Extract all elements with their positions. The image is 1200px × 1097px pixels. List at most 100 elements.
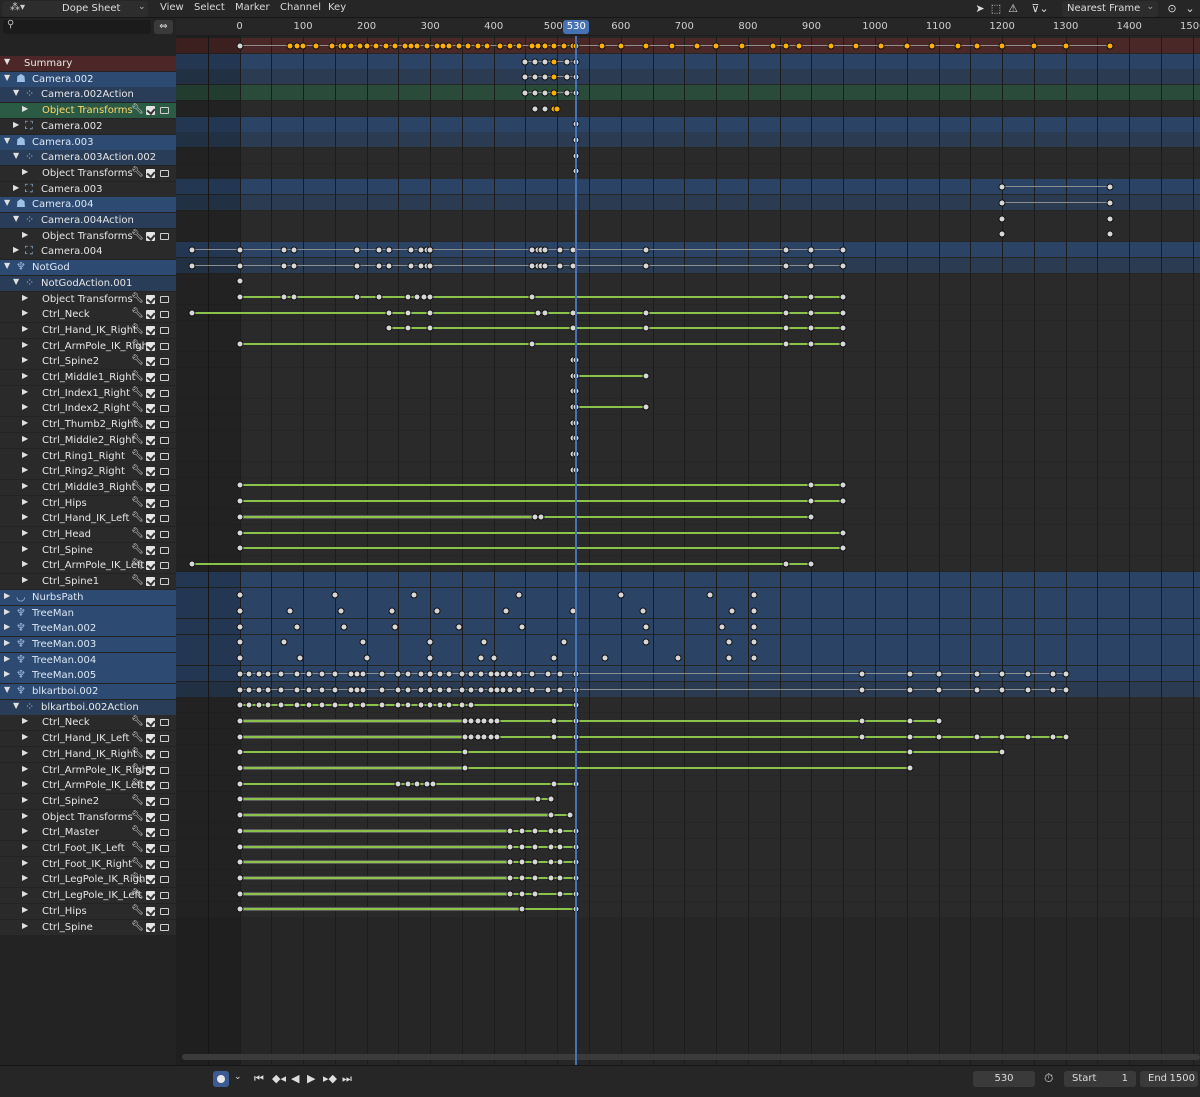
modifier-wrench-icon[interactable]: 🔧︎	[131, 795, 144, 806]
keyframe[interactable]	[973, 686, 981, 694]
keyframe[interactable]	[807, 560, 815, 568]
keyframe[interactable]	[506, 843, 514, 851]
keyframe[interactable]	[750, 654, 758, 662]
keyframe[interactable]	[359, 701, 367, 709]
mute-checkbox[interactable]	[146, 467, 155, 477]
keyframe[interactable]	[750, 623, 758, 631]
expand-right-icon[interactable]: ▶	[22, 559, 28, 568]
keyframe[interactable]	[782, 42, 790, 50]
keyframe[interactable]	[515, 686, 523, 694]
keyframe[interactable]	[280, 293, 288, 301]
keyframe[interactable]	[906, 686, 914, 694]
channel-action[interactable]: ▼ ⁘ Camera.004Action	[0, 213, 176, 228]
keyframe[interactable]	[328, 42, 336, 50]
keyframe[interactable]	[464, 42, 472, 50]
keyframe[interactable]	[877, 42, 885, 50]
keyframe[interactable]	[385, 309, 393, 317]
keyframe[interactable]	[410, 591, 418, 599]
channel-row[interactable]: ▶ Ctrl_Spine 🔧︎	[0, 542, 176, 558]
keyframe[interactable]	[550, 73, 558, 81]
expand-down-icon[interactable]: ▼	[13, 88, 19, 97]
keyframe[interactable]	[378, 701, 386, 709]
keyframe[interactable]	[188, 560, 196, 568]
keyframe[interactable]	[236, 670, 243, 678]
keyframe[interactable]	[188, 262, 196, 270]
keyframe[interactable]	[906, 670, 914, 678]
end-frame-field[interactable]: End 1500	[1140, 1071, 1198, 1087]
keyframe[interactable]	[839, 481, 847, 489]
modifier-wrench-icon[interactable]: 🔧︎	[131, 324, 144, 335]
expand-down-icon[interactable]: ▼	[4, 136, 10, 145]
modifier-wrench-icon[interactable]: 🔧︎	[131, 873, 144, 884]
keyframe[interactable]	[236, 513, 243, 521]
modifier-wrench-icon[interactable]: 🔧︎	[131, 889, 144, 900]
keyframe[interactable]	[531, 58, 539, 66]
keyframe[interactable]	[728, 607, 736, 615]
channel-search-input[interactable]: ⚲	[3, 19, 151, 34]
keyframe[interactable]	[378, 670, 386, 678]
keyframe[interactable]	[954, 42, 962, 50]
keyframe[interactable]	[1024, 686, 1032, 694]
playhead-frame-label[interactable]: 530	[563, 20, 590, 34]
keyframe[interactable]	[807, 324, 815, 332]
channel-row[interactable]: ▶ Ctrl_Spine2 🔧︎	[0, 354, 176, 370]
keyframe[interactable]	[236, 780, 243, 788]
keyframe[interactable]	[617, 42, 625, 50]
keyframe[interactable]	[382, 42, 390, 50]
expand-right-icon[interactable]: ▶	[22, 528, 28, 537]
mute-checkbox[interactable]	[146, 168, 155, 178]
keyframe[interactable]	[318, 670, 326, 678]
keyframe[interactable]	[617, 591, 625, 599]
keyframe[interactable]	[541, 309, 549, 317]
expand-right-icon[interactable]: ▶	[4, 607, 10, 616]
keyframe[interactable]	[363, 42, 371, 50]
keyframe[interactable]	[998, 230, 1006, 238]
keyframe[interactable]	[359, 686, 367, 694]
channel-row[interactable]: ▶ Ctrl_Middle3_Right 🔧︎	[0, 479, 176, 495]
play-reverse-icon[interactable]: ◀	[291, 1072, 299, 1085]
modifier-wrench-icon[interactable]: 🔧︎	[131, 905, 144, 916]
keyframe[interactable]	[725, 638, 733, 646]
menu-channel[interactable]: Channel	[280, 2, 321, 13]
keyframe[interactable]	[998, 686, 1006, 694]
keyframe[interactable]	[318, 686, 326, 694]
keyframe[interactable]	[404, 324, 412, 332]
keyframe[interactable]	[935, 733, 943, 741]
keyframe[interactable]	[236, 874, 243, 882]
keyframe[interactable]	[550, 654, 558, 662]
channel-object[interactable]: ▼ ☗ Camera.004	[0, 197, 176, 213]
keyframe[interactable]	[375, 262, 383, 270]
keyframe[interactable]	[998, 748, 1006, 756]
modifier-wrench-icon[interactable]: 🔧︎	[131, 402, 144, 413]
keyframe[interactable]	[560, 42, 568, 50]
mute-checkbox[interactable]	[146, 404, 155, 414]
stopwatch-icon[interactable]: ⏱	[1044, 1071, 1053, 1086]
keyframe[interactable]	[458, 670, 466, 678]
play-icon[interactable]: ▶	[307, 1072, 315, 1085]
expand-right-icon[interactable]: ▶	[4, 669, 10, 678]
keyframe[interactable]	[426, 324, 434, 332]
keyframe[interactable]	[642, 638, 650, 646]
keyframe[interactable]	[556, 262, 564, 270]
mute-checkbox[interactable]	[146, 796, 155, 806]
keyframe[interactable]	[458, 701, 466, 709]
keyframe[interactable]	[245, 670, 253, 678]
modifier-wrench-icon[interactable]: 🔧︎	[131, 230, 144, 241]
lock-icon[interactable]	[160, 829, 169, 837]
channel-object[interactable]: ▶ ◡ NurbsPath	[0, 589, 176, 605]
keyframe[interactable]	[331, 686, 339, 694]
keyframe[interactable]	[1062, 686, 1070, 694]
keyframe[interactable]	[550, 780, 558, 788]
channel-action[interactable]: ▼ ⁘ NotGodAction.001	[0, 275, 176, 291]
expand-right-icon[interactable]: ▶	[13, 245, 19, 254]
keyframe[interactable]	[935, 686, 943, 694]
keyframe[interactable]	[429, 780, 437, 788]
keyframe[interactable]	[1049, 670, 1057, 678]
lock-icon[interactable]	[160, 813, 169, 821]
expand-right-icon[interactable]: ▶	[22, 497, 28, 506]
keyframe[interactable]	[553, 105, 561, 113]
keyframe[interactable]	[642, 42, 650, 50]
lock-icon[interactable]	[160, 295, 169, 303]
mute-checkbox[interactable]	[146, 482, 155, 492]
expand-right-icon[interactable]: ▶	[22, 167, 28, 176]
